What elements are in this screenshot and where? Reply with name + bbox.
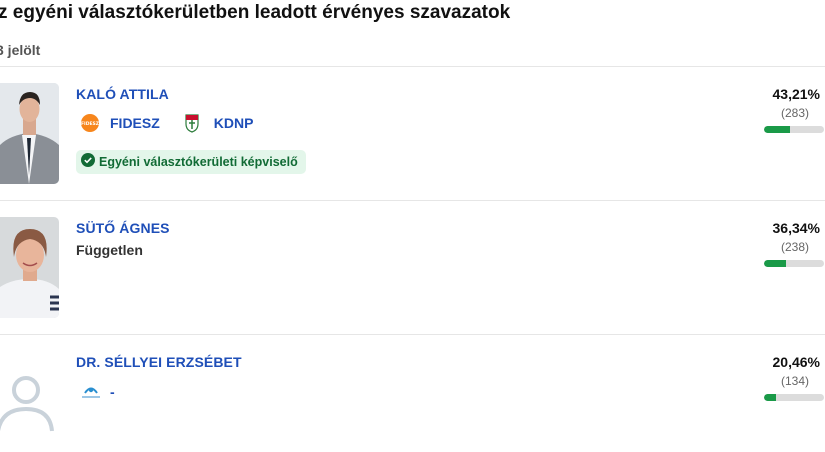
check-circle-icon: [81, 152, 95, 172]
party-list: -: [80, 382, 115, 402]
fidesz-logo-icon: FIDESZ: [80, 113, 100, 133]
candidate-name[interactable]: KALÓ ATTILA: [76, 86, 169, 102]
divider: [0, 200, 825, 201]
person-placeholder-icon: [0, 351, 59, 452]
elected-badge: Egyéni választókerületi képviselő: [76, 150, 306, 174]
candidate-name[interactable]: DR. SÉLLYEI ERZSÉBET: [76, 354, 242, 370]
vote-count: (283): [780, 106, 809, 120]
vote-share-bar: [764, 260, 824, 267]
divider: [0, 66, 825, 67]
page-title: z egyéni választókerületben leadott érvé…: [0, 2, 511, 23]
vote-percent: 36,34%: [772, 220, 820, 236]
vote-percent: 43,21%: [772, 86, 820, 102]
candidate-name[interactable]: SÜTŐ ÁGNES: [76, 220, 170, 236]
party-name[interactable]: -: [110, 384, 115, 400]
vote-share-bar: [764, 394, 824, 401]
candidate-photo: [0, 83, 59, 184]
vote-share-fill: [764, 394, 777, 401]
vote-share-fill: [764, 260, 786, 267]
candidate-photo-placeholder: [0, 351, 59, 452]
party-name[interactable]: FIDESZ: [110, 115, 160, 131]
party-list: FIDESZ FIDESZ KDNP: [80, 113, 253, 133]
organization-logo-icon: [80, 382, 102, 402]
vote-percent: 20,46%: [772, 354, 820, 370]
kdnp-logo-icon: [182, 113, 202, 133]
vote-share-bar: [764, 126, 824, 133]
vote-share-fill: [764, 126, 790, 133]
party-name[interactable]: KDNP: [214, 115, 254, 131]
candidate-count: 3 jelölt: [0, 42, 41, 58]
divider: [0, 334, 825, 335]
candidate-photo: [0, 217, 59, 318]
badge-label: Egyéni választókerületi képviselő: [99, 155, 298, 169]
vote-count: (238): [780, 240, 809, 254]
svg-text:FIDESZ: FIDESZ: [81, 121, 100, 127]
party-name: Független: [76, 242, 143, 258]
vote-count: (134): [780, 374, 809, 388]
